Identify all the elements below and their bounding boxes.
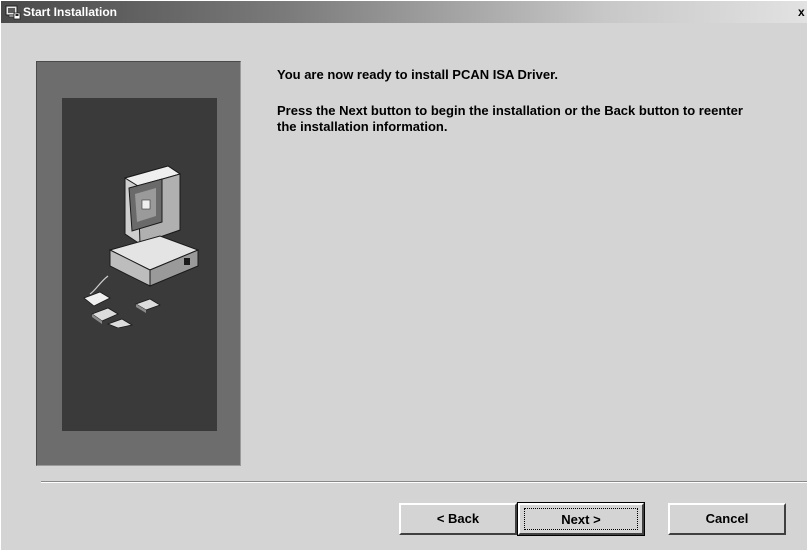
next-button-label: Next > [561, 512, 601, 527]
computer-with-disks-illustration [83, 165, 200, 328]
installer-window: Start Installation x You are now ready t… [0, 0, 807, 550]
next-button[interactable]: Next > [517, 502, 645, 536]
message-area: You are now ready to install PCAN ISA Dr… [277, 67, 777, 135]
side-panel-inner [62, 98, 217, 431]
back-button[interactable]: < Back [399, 503, 517, 535]
window-title: Start Installation [23, 5, 118, 19]
separator [41, 481, 807, 483]
side-panel [36, 61, 241, 466]
title-bar[interactable]: Start Installation x [1, 1, 807, 23]
cancel-button-label: Cancel [705, 511, 749, 526]
message-body: Press the Next button to begin the insta… [277, 103, 743, 134]
installer-icon [5, 4, 21, 20]
close-icon[interactable]: x [798, 4, 807, 20]
message-heading: You are now ready to install PCAN ISA Dr… [277, 67, 559, 82]
back-button-label: < Back [436, 511, 480, 526]
cancel-button[interactable]: Cancel [668, 503, 786, 535]
next-button-focus-rect: Next > [524, 508, 638, 530]
